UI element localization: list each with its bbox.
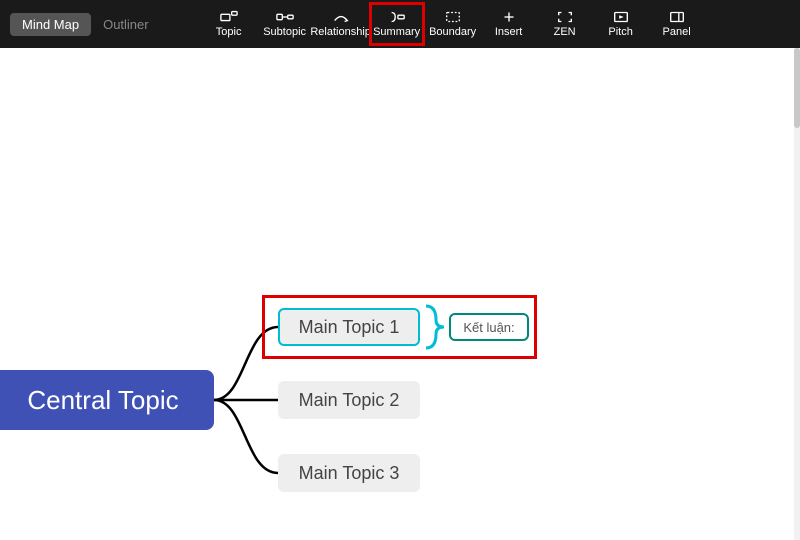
topic-node-3[interactable]: Main Topic 3 (278, 454, 420, 492)
boundary-icon (444, 10, 462, 24)
topic-icon (220, 10, 238, 24)
view-outliner-button[interactable]: Outliner (91, 13, 161, 36)
boundary-button[interactable]: Boundary (425, 2, 481, 46)
pitch-button[interactable]: Pitch (593, 2, 649, 46)
topic-node-2[interactable]: Main Topic 2 (278, 381, 420, 419)
topic-button[interactable]: Topic (201, 2, 257, 46)
toolbar-items: Topic Subtopic Relationship Summary Boun… (201, 2, 705, 46)
summary-brace-icon (422, 302, 448, 352)
relationship-button[interactable]: Relationship (313, 2, 369, 46)
pitch-icon (612, 10, 630, 24)
view-mindmap-button[interactable]: Mind Map (10, 13, 91, 36)
view-toggle: Mind Map Outliner (10, 13, 161, 36)
toolbar-label: Topic (216, 26, 242, 38)
insert-button[interactable]: Insert (481, 2, 537, 46)
summary-button[interactable]: Summary (369, 2, 425, 46)
zen-button[interactable]: ZEN (537, 2, 593, 46)
vertical-scrollbar[interactable] (794, 48, 800, 540)
panel-icon (668, 10, 686, 24)
toolbar: Mind Map Outliner Topic Subtopic Relatio… (0, 0, 800, 48)
summary-icon (388, 10, 406, 24)
toolbar-label: Relationship (310, 26, 371, 38)
zen-icon (556, 10, 574, 24)
central-topic-node[interactable]: Central Topic (0, 370, 214, 430)
toolbar-label: Insert (495, 26, 523, 38)
toolbar-label: Summary (373, 26, 420, 38)
topic-node-1[interactable]: Main Topic 1 (278, 308, 420, 346)
toolbar-label: Boundary (429, 26, 476, 38)
panel-button[interactable]: Panel (649, 2, 705, 46)
toolbar-label: Subtopic (263, 26, 306, 38)
toolbar-label: ZEN (554, 26, 576, 38)
subtopic-button[interactable]: Subtopic (257, 2, 313, 46)
toolbar-label: Panel (663, 26, 691, 38)
subtopic-icon (276, 10, 294, 24)
canvas[interactable]: Central Topic Main Topic 1 Main Topic 2 … (0, 48, 800, 540)
relationship-icon (332, 10, 350, 24)
insert-icon (500, 10, 518, 24)
summary-node[interactable]: Kết luận: (449, 313, 529, 341)
toolbar-label: Pitch (608, 26, 632, 38)
